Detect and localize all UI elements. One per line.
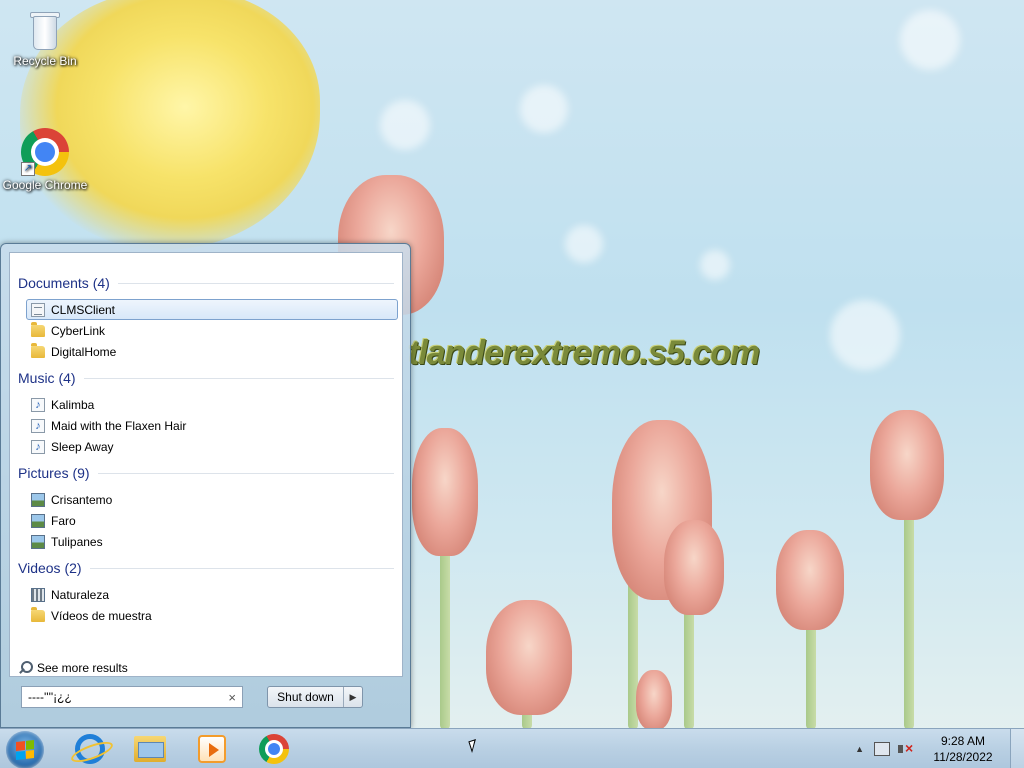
bokeh-light [520,85,568,133]
shortcut-arrow-icon: ↗ [21,162,35,176]
tulip-flower [636,670,672,728]
result-item[interactable]: CyberLink [26,320,398,341]
start-search-input[interactable]: ----''''¡¿¿ × [21,686,243,708]
result-item[interactable]: Faro [26,510,398,531]
result-item[interactable]: DigitalHome [26,341,398,362]
result-item[interactable]: ♪ Sleep Away [26,436,398,457]
tulip-flower [486,600,572,715]
group-header-documents[interactable]: Documents (4) [18,275,394,291]
taskbar: ▲ 9:28 AM 11/28/2022 [0,728,1024,768]
desktop-icon-label: Google Chrome [2,178,88,192]
start-menu: Documents (4) CLMSClient CyberLink Digit… [0,243,411,728]
result-item[interactable]: Vídeos de muestra [26,605,398,626]
folder-icon [31,607,45,622]
bokeh-light [565,225,603,263]
desktop-icon-google-chrome[interactable]: ↗ Google Chrome [2,128,88,192]
taskbar-windows-explorer[interactable] [124,731,176,767]
watermark-text: tlanderextremo.s5.com [408,334,760,372]
bokeh-light [380,100,430,150]
music-file-icon: ♪ [31,418,45,433]
shut-down-button[interactable]: Shut down [268,687,344,707]
group-header-pictures[interactable]: Pictures (9) [18,465,394,481]
tulip-flower [776,530,844,630]
result-item[interactable]: Crisantemo [26,489,398,510]
search-results-panel: Documents (4) CLMSClient CyberLink Digit… [9,252,403,677]
clock-date: 11/28/2022 [933,750,993,764]
bokeh-light [900,10,960,70]
media-player-icon [198,735,226,763]
show-hidden-icons-chevron-icon[interactable]: ▲ [855,744,864,754]
taskbar-media-player[interactable] [186,731,238,767]
group-header-videos[interactable]: Videos (2) [18,560,394,576]
system-tray: ▲ 9:28 AM 11/28/2022 [855,729,1024,768]
clear-search-icon[interactable]: × [228,690,236,705]
clock[interactable]: 9:28 AM 11/28/2022 [926,733,1000,765]
music-file-icon: ♪ [31,439,45,454]
tulip-flower [870,410,944,520]
internet-explorer-icon [75,734,105,764]
volume-muted-icon[interactable] [898,740,914,756]
desktop-icon-recycle-bin[interactable]: Recycle Bin [2,8,88,68]
desktop-icon-label: Recycle Bin [13,54,77,68]
result-item[interactable]: Naturaleza [26,584,398,605]
video-file-icon [31,587,45,602]
search-input-value: ----''''¡¿¿ [28,690,72,704]
picture-file-icon [31,513,45,528]
recycle-bin-icon [27,8,63,52]
bokeh-light [700,250,730,280]
search-icon [18,661,33,675]
tulip-stem [440,540,450,728]
shut-down-options-arrow-icon[interactable]: ▶ [344,687,362,707]
tulip-stem [904,500,914,728]
folder-icon [31,343,45,358]
document-icon [31,302,45,317]
taskbar-internet-explorer[interactable] [64,731,116,767]
chrome-icon [259,734,289,764]
see-more-results-link[interactable]: See more results [18,661,128,675]
music-file-icon: ♪ [31,397,45,412]
chrome-icon: ↗ [21,128,69,176]
picture-file-icon [31,534,45,549]
tulip-stem [684,600,694,728]
windows-logo-icon [16,740,34,760]
taskbar-google-chrome[interactable] [248,731,300,767]
shut-down-button-group: Shut down ▶ [267,686,363,708]
result-item[interactable]: CLMSClient [26,299,398,320]
start-button[interactable] [6,731,44,768]
group-header-music[interactable]: Music (4) [18,370,394,386]
show-desktop-button[interactable] [1010,729,1024,768]
tulip-flower [664,520,724,615]
windows-explorer-icon [134,736,166,762]
result-item[interactable]: Tulipanes [26,531,398,552]
folder-icon [31,322,45,337]
network-icon[interactable] [874,742,890,756]
picture-file-icon [31,492,45,507]
result-item[interactable]: ♪ Maid with the Flaxen Hair [26,415,398,436]
result-item[interactable]: ♪ Kalimba [26,394,398,415]
bokeh-light [830,300,900,370]
tulip-flower [412,428,478,556]
clock-time: 9:28 AM [940,734,986,748]
